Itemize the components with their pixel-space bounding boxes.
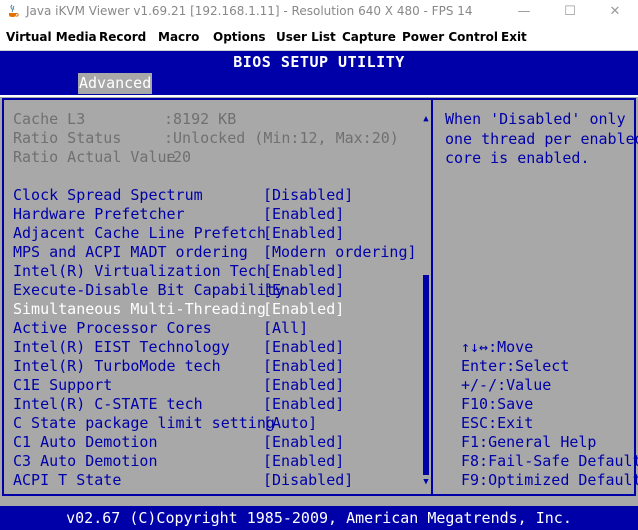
key-hint-value: +/-/:Value xyxy=(461,376,552,394)
setting-c1-auto-demotion[interactable]: C1 Auto Demotion xyxy=(13,433,158,451)
menu-user-list[interactable]: User List xyxy=(276,30,336,44)
setting-hardware-prefetcher[interactable]: Hardware Prefetcher xyxy=(13,205,185,223)
info-label: Ratio Status xyxy=(13,129,122,147)
setting-c-state-package-limit[interactable]: C State package limit setting xyxy=(13,414,275,432)
kvm-screen[interactable]: BIOS SETUP UTILITY Advanced Cache L3 :81… xyxy=(0,51,638,530)
setting-execute-disable-bit[interactable]: Execute-Disable Bit Capability xyxy=(13,281,284,299)
setting-simultaneous-multi-threading[interactable]: Simultaneous Multi-Threading xyxy=(13,300,266,318)
setting-clock-spread-spectrum[interactable]: Clock Spread Spectrum xyxy=(13,186,203,204)
key-hint-failsafe: F8:Fail-Safe Defaults xyxy=(461,452,638,470)
setting-value[interactable]: [Enabled] xyxy=(263,357,344,375)
info-label: Ratio Actual Value xyxy=(13,148,176,166)
key-hint-save: F10:Save xyxy=(461,395,534,413)
maximize-button[interactable]: ☐ xyxy=(547,0,593,24)
setting-value[interactable]: [Auto] xyxy=(263,414,317,432)
bios-tab-bar: Advanced xyxy=(0,73,638,97)
setting-value[interactable]: [Enabled] xyxy=(263,338,344,356)
key-hint-help: F1:General Help xyxy=(461,433,597,451)
setting-c1e-support[interactable]: C1E Support xyxy=(13,376,112,394)
setting-value[interactable]: [Enabled] xyxy=(263,281,344,299)
bios-footer-copyright: v02.67 (C)Copyright 1985-2009, American … xyxy=(0,506,638,530)
menu-capture[interactable]: Capture xyxy=(342,30,396,44)
setting-mps-acpi-madt-ordering[interactable]: MPS and ACPI MADT ordering xyxy=(13,243,248,261)
scroll-down-arrow-icon[interactable]: ▼ xyxy=(422,476,430,488)
setting-active-processor-cores[interactable]: Active Processor Cores xyxy=(13,319,212,337)
setting-adjacent-cache-line-prefetch[interactable]: Adjacent Cache Line Prefetch xyxy=(13,224,266,242)
setting-turbomode-tech[interactable]: Intel(R) TurboMode tech xyxy=(13,357,221,375)
setting-value[interactable]: [Enabled] xyxy=(263,376,344,394)
tab-advanced[interactable]: Advanced xyxy=(78,73,153,94)
key-hint-select: Enter:Select xyxy=(461,357,570,375)
setting-acpi-t-state[interactable]: ACPI T State xyxy=(13,471,121,489)
window-title: Java iKVM Viewer v1.69.21 [192.168.1.11]… xyxy=(26,4,473,18)
help-text-line: core is enabled. xyxy=(445,149,590,167)
minimize-button[interactable]: — xyxy=(501,0,547,24)
pane-divider xyxy=(431,98,433,496)
scroll-up-arrow-icon[interactable]: ▲ xyxy=(422,113,430,125)
menu-record[interactable]: Record xyxy=(99,30,146,44)
info-value: :20 xyxy=(164,148,192,166)
help-text-line: When 'Disabled' only xyxy=(445,110,626,128)
menu-exit[interactable]: Exit xyxy=(501,30,527,44)
info-value: :Unlocked (Min:12, Max:20) xyxy=(164,129,399,147)
setting-c-state-tech[interactable]: Intel(R) C-STATE tech xyxy=(13,395,203,413)
scrollbar-thumb[interactable] xyxy=(423,275,429,475)
java-app-icon xyxy=(9,4,19,17)
menu-power-control[interactable]: Power Control xyxy=(402,30,498,44)
setting-value[interactable]: [Enabled] xyxy=(263,262,344,280)
info-label: Cache L3 xyxy=(13,110,86,128)
setting-value[interactable]: [Enabled] xyxy=(263,224,344,242)
menu-options[interactable]: Options xyxy=(213,30,266,44)
window-titlebar: Java iKVM Viewer v1.69.21 [192.168.1.11]… xyxy=(0,0,638,24)
menu-virtual-media[interactable]: Virtual Media xyxy=(6,30,97,44)
help-text-line: one thread per enabled xyxy=(445,129,638,148)
menu-macro[interactable]: Macro xyxy=(158,30,199,44)
setting-value[interactable]: [All] xyxy=(263,319,308,337)
key-hint-exit: ESC:Exit xyxy=(461,414,534,432)
setting-value[interactable]: [Enabled] xyxy=(263,395,344,413)
setting-value[interactable]: [Enabled] xyxy=(263,452,344,470)
info-value: :8192 KB xyxy=(164,110,237,128)
setting-value[interactable]: [Disabled] xyxy=(263,186,353,204)
setting-value[interactable]: [Disabled] xyxy=(263,471,353,489)
setting-value[interactable]: [Modern ordering] xyxy=(263,243,417,261)
key-hint-move: ↑↓↔:Move xyxy=(461,338,534,356)
setting-virtualization-tech[interactable]: Intel(R) Virtualization Tech xyxy=(13,262,266,280)
setting-value[interactable]: [Enabled] xyxy=(263,205,344,223)
bios-header: BIOS SETUP UTILITY xyxy=(0,51,638,73)
setting-c3-auto-demotion[interactable]: C3 Auto Demotion xyxy=(13,452,158,470)
menu-bar: Virtual Media Record Macro Options User … xyxy=(0,24,638,51)
setting-value-selected[interactable]: [Enabled] xyxy=(263,300,344,318)
key-hint-optimized: F9:Optimized Defaults xyxy=(461,471,638,489)
setting-value[interactable]: [Enabled] xyxy=(263,433,344,451)
setting-eist-technology[interactable]: Intel(R) EIST Technology xyxy=(13,338,230,356)
close-button[interactable]: ✕ xyxy=(592,0,638,24)
